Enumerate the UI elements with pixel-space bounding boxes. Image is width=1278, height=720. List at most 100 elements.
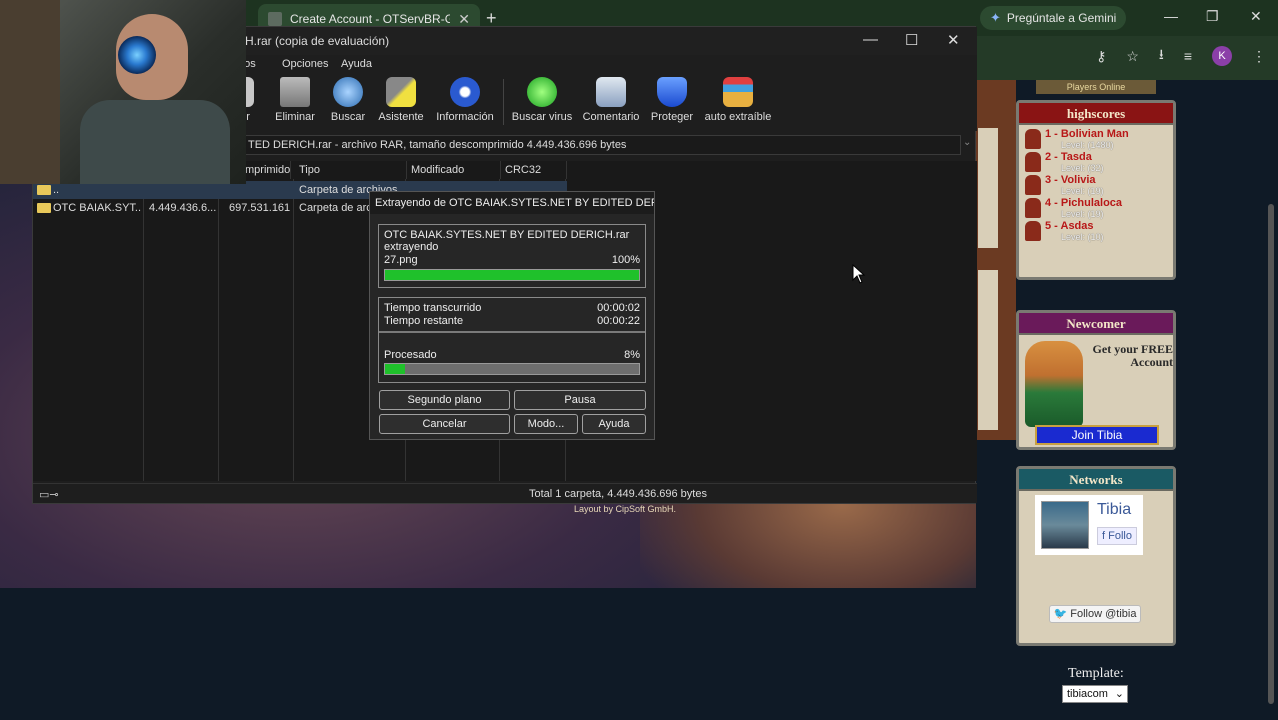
gemini-label: Pregúntale a Gemini	[1006, 11, 1117, 25]
close-tab-icon[interactable]: ✕	[458, 11, 470, 28]
total-progress-fill	[385, 364, 406, 374]
password-key-icon[interactable]: ⚷	[1096, 48, 1106, 65]
highscore-name[interactable]: Tasda	[1061, 151, 1092, 163]
sfx-icon	[723, 77, 753, 107]
content-frame-edge	[976, 80, 1016, 440]
toolbar-sfx-button[interactable]: auto extraíble	[703, 77, 773, 123]
path-dropdown-icon[interactable]: ⌄	[963, 137, 971, 148]
mode-button[interactable]: Modo...	[514, 414, 578, 434]
minimize-icon[interactable]: —	[1164, 8, 1178, 24]
tibia-sidebar: Players Online highscores 1 - Bolivian M…	[1016, 80, 1180, 660]
toolbar-comment-button[interactable]: Comentario	[581, 77, 641, 123]
remaining-value: 00:00:22	[597, 315, 640, 327]
cancel-button[interactable]: Cancelar	[379, 414, 510, 434]
join-tibia-button[interactable]: Join Tibia	[1035, 425, 1159, 445]
newcomer-title: Newcomer	[1019, 313, 1173, 335]
processed-label: Procesado	[384, 349, 437, 361]
toolbar-info-button[interactable]: Información	[433, 77, 497, 123]
col-packed-header[interactable]: mprimido	[241, 161, 291, 179]
col-type-header[interactable]: Tipo	[295, 161, 407, 179]
twitter-bird-icon: 🐦	[1053, 608, 1068, 620]
players-online-label[interactable]: Players Online	[1036, 80, 1156, 94]
character-icon	[1025, 221, 1041, 241]
character-icon	[1025, 129, 1041, 149]
extract-progress-dialog: Extrayendo de OTC BAIAK.SYTES.NET BY EDI…	[369, 191, 655, 440]
current-file: 27.png	[384, 254, 418, 266]
page-scrollbar[interactable]	[1266, 84, 1276, 714]
menu-dots-icon[interactable]: ⋮	[1252, 48, 1266, 65]
shield-icon	[657, 77, 687, 107]
headphone-image	[118, 36, 156, 74]
toolbar-virusscan-button[interactable]: Buscar virus	[511, 77, 573, 123]
maximize-icon[interactable]: ❐	[1206, 8, 1219, 25]
highscore-item[interactable]: 5 - Asdas Level: (10)	[1025, 221, 1169, 243]
browser-actions: ⚷ ☆ ⭳ ≡ K ⋮	[1096, 44, 1266, 68]
favicon-icon	[268, 12, 282, 26]
trash-icon	[280, 77, 310, 107]
action-text: extrayendo	[384, 241, 439, 253]
virus-icon	[527, 77, 557, 107]
col-crc-header[interactable]: CRC32	[501, 161, 567, 179]
file-progress-fill	[385, 270, 639, 280]
toolbar-separator	[503, 79, 504, 125]
column-divider	[293, 179, 294, 481]
close-icon[interactable]: ✕	[1250, 8, 1262, 25]
toolbar-find-button[interactable]: Buscar	[329, 77, 367, 123]
highscore-name[interactable]: Pichulaloca	[1061, 197, 1122, 209]
highscore-item[interactable]: 2 - Tasda Level: (32)	[1025, 152, 1169, 174]
menu-options[interactable]: Opciones	[282, 58, 328, 70]
drive-key-icon[interactable]: ▭⊸	[39, 488, 59, 501]
highscore-level: Level: (10)	[1061, 232, 1104, 242]
file-percent: 100%	[611, 254, 640, 266]
facebook-follow-button[interactable]: f Follo	[1097, 527, 1137, 545]
layout-credit: Layout by CipSoft GmbH.	[574, 504, 677, 514]
tibia-page-thumbnail[interactable]	[1041, 501, 1089, 549]
total-progress-bar	[384, 363, 640, 375]
toolbar-delete-button[interactable]: Eliminar	[273, 77, 317, 123]
archive-path-bar[interactable]: TED DERICH.rar - archivo RAR, tamaño des…	[243, 135, 961, 155]
toolbar-protect-button[interactable]: Proteger	[649, 77, 695, 123]
row-name: OTC BAIAK.SYT...	[37, 199, 141, 217]
newcomer-text: Get your FREE Account	[1092, 342, 1173, 369]
highscore-name[interactable]: Asdas	[1061, 220, 1094, 232]
highscore-level: Level: (32)	[1061, 163, 1104, 173]
highscore-name[interactable]: Bolivian Man	[1061, 128, 1129, 140]
folder-icon	[37, 203, 51, 214]
highscores-box: highscores 1 - Bolivian Man Level: (1480)…	[1016, 100, 1176, 280]
pause-button[interactable]: Pausa	[514, 390, 646, 410]
highscore-item[interactable]: 1 - Bolivian Man Level: (1480)	[1025, 129, 1169, 151]
scroll-thumb[interactable]	[1268, 204, 1274, 704]
winrar-maximize-icon[interactable]: ☐	[905, 31, 918, 49]
status-text: Total 1 carpeta, 4.449.436.696 bytes	[529, 488, 707, 500]
bookmark-star-icon[interactable]: ☆	[1126, 48, 1139, 65]
winrar-minimize-icon[interactable]: —	[863, 31, 878, 48]
col-modified-header[interactable]: Modificado	[407, 161, 501, 179]
download-icon[interactable]: ⭳	[1159, 44, 1164, 68]
profile-avatar[interactable]: K	[1212, 46, 1232, 66]
total-progress-panel: Tiempo transcurrido 00:00:02 Tiempo rest…	[378, 297, 646, 383]
wand-icon	[386, 77, 416, 107]
help-button[interactable]: Ayuda	[582, 414, 646, 434]
highscores-list: 1 - Bolivian Man Level: (1480) 2 - Tasda L…	[1019, 125, 1173, 243]
media-queue-icon[interactable]: ≡	[1184, 48, 1192, 64]
facebook-page-name[interactable]: Tibia	[1097, 501, 1131, 519]
highscore-level: Level: (19)	[1061, 209, 1104, 219]
toolbar-wizard-button[interactable]: Asistente	[377, 77, 425, 123]
template-label: Template:	[1068, 666, 1124, 681]
menu-help[interactable]: Ayuda	[341, 58, 372, 70]
highscore-item[interactable]: 4 - Pichulaloca Level: (19)	[1025, 198, 1169, 220]
highscore-name[interactable]: Volivia	[1061, 174, 1096, 186]
character-icon	[1025, 198, 1041, 218]
winrar-close-icon[interactable]: ✕	[947, 31, 960, 49]
row-packed: 697.531.161	[229, 202, 291, 214]
twitter-follow-button[interactable]: 🐦 Follow @tibia	[1049, 605, 1141, 623]
networks-box: Networks Tibia f Follo 🐦 Follow @tibia	[1016, 466, 1176, 646]
character-icon	[1025, 175, 1041, 195]
highscore-level: Level: (19)	[1061, 186, 1104, 196]
processed-percent: 8%	[624, 349, 640, 361]
highscore-item[interactable]: 3 - Volivia Level: (19)	[1025, 175, 1169, 197]
template-select[interactable]: tibiacom ⌄	[1062, 685, 1128, 703]
gemini-button[interactable]: ✦ Pregúntale a Gemini	[980, 6, 1127, 30]
chevron-down-icon: ⌄	[1114, 688, 1124, 700]
background-button[interactable]: Segundo plano	[379, 390, 510, 410]
